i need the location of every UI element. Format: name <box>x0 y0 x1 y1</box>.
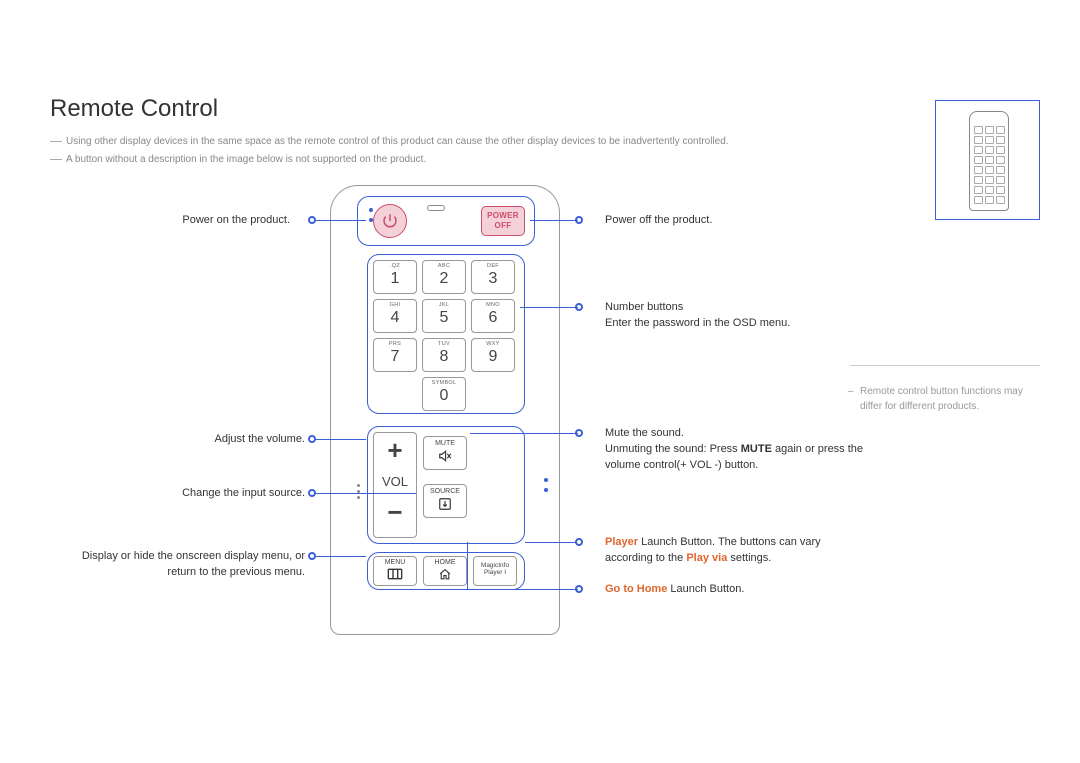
number-1-button: .QZ1 <box>373 260 417 294</box>
ir-window-icon <box>427 205 445 211</box>
number-5-button: JKL5 <box>422 299 466 333</box>
callout-power-on: Power on the product. <box>50 213 290 229</box>
volume-rocker: + VOL − <box>373 432 417 538</box>
power-off-button: POWEROFF <box>481 206 525 236</box>
number-3-button: DEF3 <box>471 260 515 294</box>
side-note: Remote control button functions may diff… <box>850 365 1040 414</box>
magicinfo-button: MagicInfo Player I <box>473 556 517 586</box>
callout-menu: Display or hide the onscreen display men… <box>30 549 305 581</box>
callout-home: Go to Home Launch Button. <box>605 582 865 598</box>
number-8-button: TUV8 <box>422 338 466 372</box>
callout-player: Player Launch Button. The buttons can va… <box>605 535 865 567</box>
menu-icon <box>374 568 416 582</box>
callout-source: Change the input source. <box>50 486 305 502</box>
power-on-button <box>373 204 407 238</box>
source-icon <box>424 497 466 513</box>
remote-diagram: POWEROFF .QZ1ABC2DEF3 GHI4JKL5MNO6 PRS7TUV… <box>330 185 560 635</box>
power-icon <box>381 212 399 230</box>
number-keypad: .QZ1ABC2DEF3 GHI4JKL5MNO6 PRS7TUV8WXY9SYMB… <box>373 260 515 411</box>
home-button: HOME <box>423 556 467 586</box>
callout-power-off: Power off the product. <box>605 213 865 229</box>
number-4-button: GHI4 <box>373 299 417 333</box>
disclaimer-1: Using other display devices in the same … <box>50 135 1030 149</box>
number-6-button: MNO6 <box>471 299 515 333</box>
number-0-button: SYMBOL0 <box>422 377 466 411</box>
remote-thumbnail <box>935 100 1040 220</box>
number-7-button: PRS7 <box>373 338 417 372</box>
menu-button: MENU <box>373 556 417 586</box>
number-9-button: WXY9 <box>471 338 515 372</box>
mute-icon <box>424 449 466 465</box>
home-icon <box>424 568 466 583</box>
callout-volume: Adjust the volume. <box>50 432 305 448</box>
plus-icon: + <box>374 433 416 467</box>
callout-mute: Mute the sound. Unmuting the sound: Pres… <box>605 426 865 474</box>
number-2-button: ABC2 <box>422 260 466 294</box>
callout-numbers: Number buttonsEnter the password in the … <box>605 300 865 332</box>
source-button: SOURCE <box>423 484 467 518</box>
disclaimer-2: A button without a description in the im… <box>50 153 1030 167</box>
minus-icon: − <box>374 497 416 531</box>
page-title: Remote Control <box>50 95 1030 123</box>
mute-button: MUTE <box>423 436 467 470</box>
